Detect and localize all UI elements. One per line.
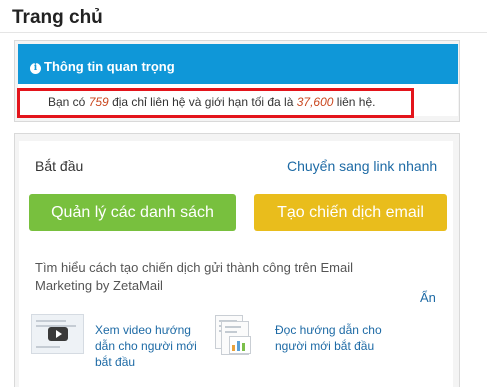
contact-limit: 37,600 xyxy=(296,95,334,109)
contact-text-middle: địa chỉ liên hệ và giới hạn tối đa là xyxy=(108,95,297,109)
contact-text-after: liên hệ. xyxy=(333,95,376,109)
thumb-line xyxy=(36,346,60,348)
page-title: Trang chủ xyxy=(12,7,103,28)
getting-started-title: Bắt đầu xyxy=(35,158,84,174)
document-guide-link[interactable]: Đọc hướng dẫn cho người mới bắt đầu xyxy=(275,322,390,354)
play-icon xyxy=(48,327,68,341)
info-panel-heading: Thông tin quan trọng xyxy=(44,59,175,74)
contact-info-text: Bạn có 759 địa chỉ liên hệ và giới hạn t… xyxy=(48,95,375,109)
document-thumbnail[interactable] xyxy=(215,315,253,359)
chart-bar xyxy=(232,345,235,351)
video-thumbnail[interactable] xyxy=(31,314,84,354)
info-panel-header: i Thông tin quan trọng xyxy=(18,44,458,84)
getting-started-description: Tìm hiểu cách tạo chiến dịch gửi thành c… xyxy=(35,260,353,293)
chart-icon xyxy=(229,336,251,354)
contact-text-before: Bạn có xyxy=(48,95,89,109)
header-divider xyxy=(0,32,487,33)
thumb-line xyxy=(36,320,66,322)
thumb-line xyxy=(225,326,241,328)
chart-bar xyxy=(237,341,240,351)
info-icon: i xyxy=(30,63,41,74)
chart-bar xyxy=(242,343,245,351)
create-campaign-button[interactable]: Tạo chiến dịch email xyxy=(254,194,447,231)
contact-count: 759 xyxy=(88,95,109,109)
video-guide-link[interactable]: Xem video hướng dẫn cho người mới bắt đầ… xyxy=(95,322,205,370)
hide-link[interactable]: Ẩn xyxy=(420,290,436,305)
thumb-line xyxy=(225,331,237,333)
quick-link-toggle[interactable]: Chuyển sang link nhanh xyxy=(287,158,437,174)
manage-lists-button[interactable]: Quản lý các danh sách xyxy=(29,194,236,231)
